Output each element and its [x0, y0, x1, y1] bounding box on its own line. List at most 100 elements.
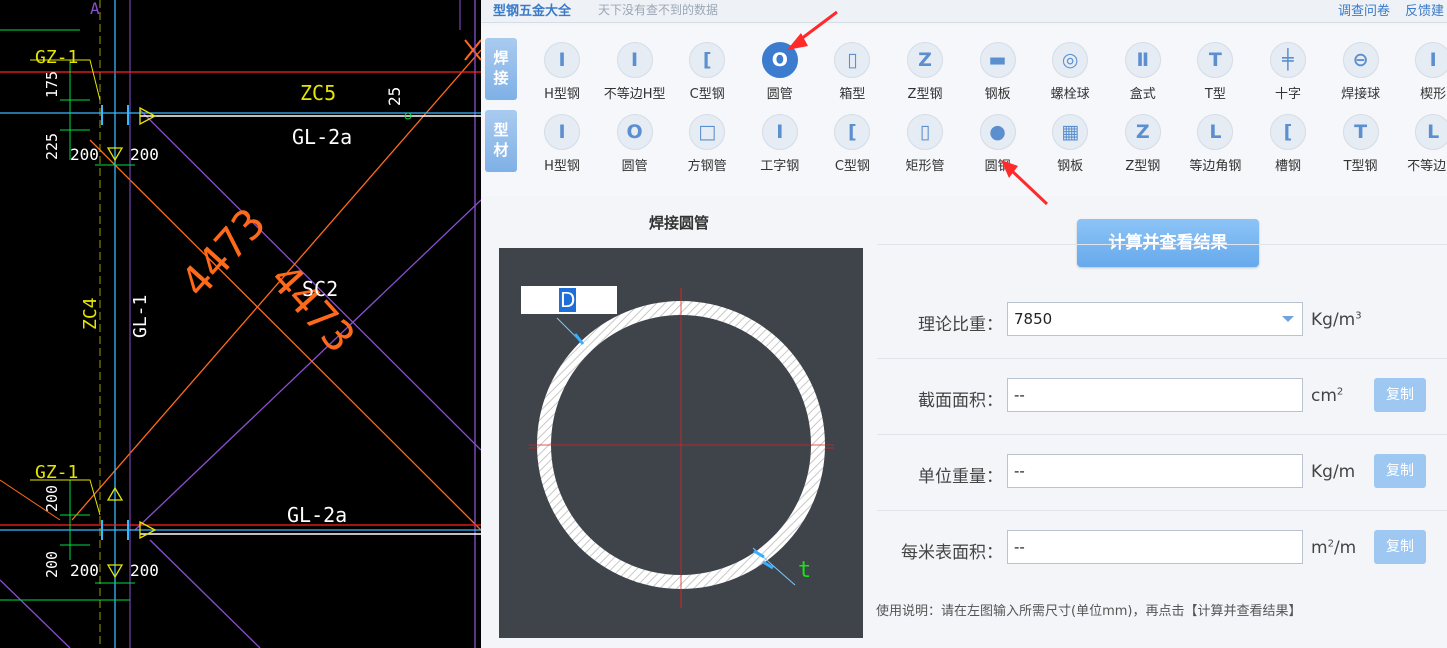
section-item-label: 矩形管 [905, 159, 945, 174]
copy-weight-button[interactable]: 复制 [1374, 454, 1426, 488]
section-item-label: 槽钢 [1274, 159, 1301, 174]
section-item-label: 不等边H型 [603, 87, 666, 102]
section-item-label: 箱型 [839, 87, 866, 102]
category-profile-char-2: 材 [493, 141, 509, 159]
steel-plate-icon: ▦ [1052, 114, 1089, 150]
cross-section-icon: ╪ [1270, 42, 1306, 78]
section-item-steel-plate[interactable]: ▦ 钢板 [1034, 106, 1106, 176]
divider [877, 358, 1447, 359]
cad-dim-200-f: 200 [130, 561, 159, 580]
chevron-down-icon[interactable] [1282, 316, 1294, 322]
divider [877, 244, 1447, 245]
cad-label-gl2a-top: GL-2a [292, 125, 352, 149]
section-item-z-section[interactable]: Z Z型钢 [1107, 106, 1179, 176]
round-bar-icon: ● [979, 114, 1016, 150]
welded-section-row: I H型钢 I 不等边H型 [C型钢 O 圆管 ▯ 箱型 Z Z型钢 ▬ 钢板 ◎ 螺栓球 Ⅱ 盒式 T T型 ╪ 十字… [526, 34, 1447, 104]
copy-surface-button[interactable]: 复制 [1374, 530, 1426, 564]
section-item-unequal-h[interactable]: I 不等边H型 [599, 34, 671, 104]
section-type-panel: 焊 接 型 材 I H型钢 I 不等边H型 [C型钢 O 圆管 ▯ 箱型 Z Z型钢 ▬ 钢板 ◎ 螺栓球 Ⅱ… [481, 26, 1447, 196]
h-beam-icon: I [544, 114, 580, 150]
survey-link[interactable]: 调查问卷 [1338, 0, 1390, 19]
cad-dim-4473-a: 4473 [171, 199, 275, 307]
section-item-t-section[interactable]: T T型 [1179, 34, 1251, 104]
section-item-label: Z型钢 [907, 87, 943, 102]
cad-label-gz1-bot: GZ-1 [35, 462, 78, 483]
cad-label-gz1-top: GZ-1 [35, 47, 78, 68]
section-item-unequal-angle[interactable]: L 不等边角 [1397, 106, 1447, 176]
equal-angle-icon: L [1197, 114, 1234, 150]
cad-dim-200-d: 200 [43, 551, 61, 578]
cad-dim-200-b: 200 [130, 145, 159, 164]
section-item-round-bar[interactable]: ● 圆钢 [962, 106, 1034, 176]
section-item-label: C型钢 [834, 159, 870, 174]
thickness-label[interactable]: t [798, 558, 811, 583]
section-item-label: T型钢 [1343, 159, 1378, 174]
density-unit-text: Kg/m [1311, 310, 1356, 330]
z-section-icon: Z [907, 42, 943, 78]
section-item-equal-angle[interactable]: L 等边角钢 [1179, 106, 1251, 176]
section-item-i-beam[interactable]: I 工字钢 [744, 106, 816, 176]
section-item-wedge[interactable]: I 楔形 [1397, 34, 1447, 104]
section-item-round-tube[interactable]: O 圆管 [599, 106, 671, 176]
steel-calculator-app: 型钢五金大全 天下没有查不到的数据 调查问卷 反馈建 焊 接 型 材 I H型钢 I… [481, 0, 1447, 648]
unit-weight-label: 单位重量： [918, 467, 1003, 487]
section-item-h-beam[interactable]: I H型钢 [526, 34, 598, 104]
section-item-h-beam[interactable]: I H型钢 [526, 106, 598, 176]
category-welded-char-2: 接 [493, 69, 509, 87]
section-item-label: 圆钢 [984, 159, 1011, 174]
category-profile-char-1: 型 [493, 121, 509, 139]
unequal-angle-icon: L [1415, 114, 1447, 150]
box-section-icon: ▯ [834, 42, 871, 78]
round-tube-icon: O [616, 114, 653, 150]
figure-title: 焊接圆管 [649, 214, 710, 232]
section-item-box-section[interactable]: ▯ 箱型 [816, 34, 888, 104]
section-item-z-section[interactable]: Z Z型钢 [889, 34, 961, 104]
section-item-label: H型钢 [544, 87, 580, 102]
section-item-c-channel[interactable]: [C型钢 [671, 34, 743, 104]
section-item-label: 等边角钢 [1189, 159, 1242, 174]
section-item-steel-plate[interactable]: ▬ 钢板 [962, 34, 1034, 104]
cad-dim-200-a: 200 [70, 145, 99, 164]
section-item-welded-ball[interactable]: ⊖ 焊接球 [1325, 34, 1397, 104]
unit-weight-field[interactable]: -- [1007, 454, 1303, 488]
feedback-link[interactable]: 反馈建 [1405, 0, 1444, 19]
section-item-label: 圆管 [621, 159, 648, 174]
section-item-cross-section[interactable]: ╪ 十字 [1252, 34, 1324, 104]
t-section-icon: T [1342, 114, 1379, 150]
category-welded-button[interactable]: 焊 接 [485, 38, 517, 100]
tube-cross-section-figure: D t [499, 248, 863, 638]
surface-area-field[interactable]: -- [1007, 530, 1303, 564]
section-item-bolt-ball[interactable]: ◎ 螺栓球 [1034, 34, 1106, 104]
section-item-square-tube[interactable]: □ 方钢管 [671, 106, 743, 176]
section-item-label: T型 [1204, 87, 1226, 102]
section-item-t-section[interactable]: T T型钢 [1325, 106, 1397, 176]
section-item-label: 螺栓球 [1050, 87, 1090, 102]
section-area-unit: cm2 [1311, 386, 1343, 406]
section-area-field[interactable]: -- [1007, 378, 1303, 412]
z-section-icon: Z [1124, 114, 1161, 150]
bolt-ball-icon: ◎ [1052, 42, 1089, 78]
section-item-c-channel[interactable]: [ C型钢 [816, 106, 888, 176]
calculate-button[interactable]: 计算并查看结果 [1077, 219, 1259, 267]
section-item-label: 圆管 [766, 87, 793, 102]
category-profile-button[interactable]: 型 材 [485, 110, 517, 172]
density-select[interactable]: 7850 [1007, 302, 1303, 336]
copy-area-button[interactable]: 复制 [1374, 378, 1426, 412]
section-item-box-type[interactable]: Ⅱ 盒式 [1107, 34, 1179, 104]
calculator-content: 焊接圆管 D t 计算并查看结果 理论比重： 7850 Kg/m3 截面面积： … [481, 196, 1447, 648]
c-channel-icon: [ [834, 114, 871, 150]
diameter-input[interactable]: D [521, 286, 617, 314]
section-item-rect-tube[interactable]: ▯ 矩形管 [889, 106, 961, 176]
divider [877, 434, 1447, 435]
cad-dim-175: 175 [43, 71, 61, 98]
section-item-round-tube[interactable]: O 圆管 [744, 34, 816, 104]
section-item-label: H型钢 [544, 159, 580, 174]
surface-area-label: 每米表面积： [901, 543, 1003, 563]
welded-ball-icon: ⊖ [1342, 42, 1379, 78]
section-item-label: 盒式 [1129, 87, 1156, 102]
section-item-label: 楔形 [1420, 87, 1447, 102]
square-tube-icon: □ [689, 114, 726, 150]
cad-label-sc2: SC2 [302, 277, 338, 301]
i-beam-icon: I [761, 114, 798, 150]
section-item-channel[interactable]: [槽钢 [1252, 106, 1324, 176]
